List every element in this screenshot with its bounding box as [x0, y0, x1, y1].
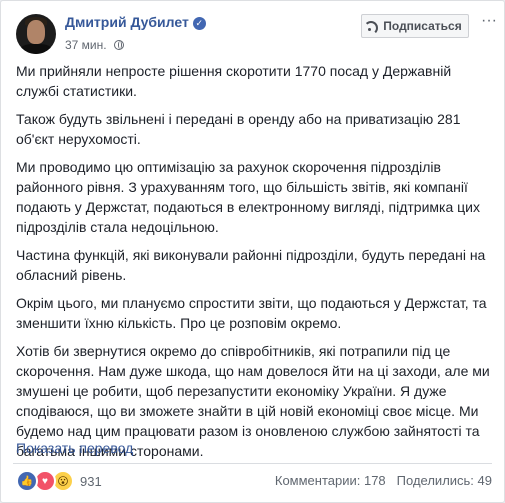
- post-paragraph: Ми проводимо цю оптимізацію за рахунок с…: [16, 159, 480, 235]
- post-paragraph: Окрім цього, ми плануємо спростити звіти…: [16, 295, 487, 331]
- rss-icon: [364, 21, 379, 35]
- post-paragraph: Також будуть звільнені і передані в орен…: [16, 111, 461, 147]
- author-name-row: Дмитрий Дубилет ✓: [65, 14, 206, 30]
- reaction-count[interactable]: 931: [80, 474, 102, 489]
- like-icon: 👍: [16, 470, 38, 492]
- engagement-stats: Комментарии: 178 Поделились: 49: [275, 473, 492, 488]
- author-name[interactable]: Дмитрий Дубилет: [65, 14, 189, 30]
- comments-count-link[interactable]: Комментарии: 178: [275, 473, 386, 488]
- author-avatar[interactable]: [16, 14, 56, 54]
- shares-count-link[interactable]: Поделились: 49: [397, 473, 492, 488]
- footer-divider: [13, 463, 492, 464]
- post-body: Ми прийняли непросте рішення скоротити 1…: [16, 61, 492, 469]
- follow-button[interactable]: Подписаться: [361, 14, 469, 38]
- show-translation-link[interactable]: Показать перевод: [16, 440, 133, 456]
- post-meta: 37 мин.: [65, 38, 124, 52]
- post-paragraph: Частина функцій, які виконували районні …: [16, 247, 486, 283]
- globe-icon: [113, 40, 124, 50]
- avatar-face: [27, 20, 45, 44]
- post-paragraph: Ми прийняли непросте рішення скоротити 1…: [16, 63, 452, 99]
- post-card: Дмитрий Дубилет ✓ 37 мин. Подписаться ···…: [0, 0, 505, 503]
- more-dots-icon[interactable]: ···: [481, 13, 497, 32]
- verified-badge-icon: ✓: [192, 17, 206, 30]
- reactions-summary[interactable]: 👍 ♥ 😮 931: [16, 470, 102, 492]
- post-time[interactable]: 37 мин.: [65, 38, 107, 52]
- follow-label: Подписаться: [383, 19, 462, 33]
- avatar-shirt: [20, 44, 52, 54]
